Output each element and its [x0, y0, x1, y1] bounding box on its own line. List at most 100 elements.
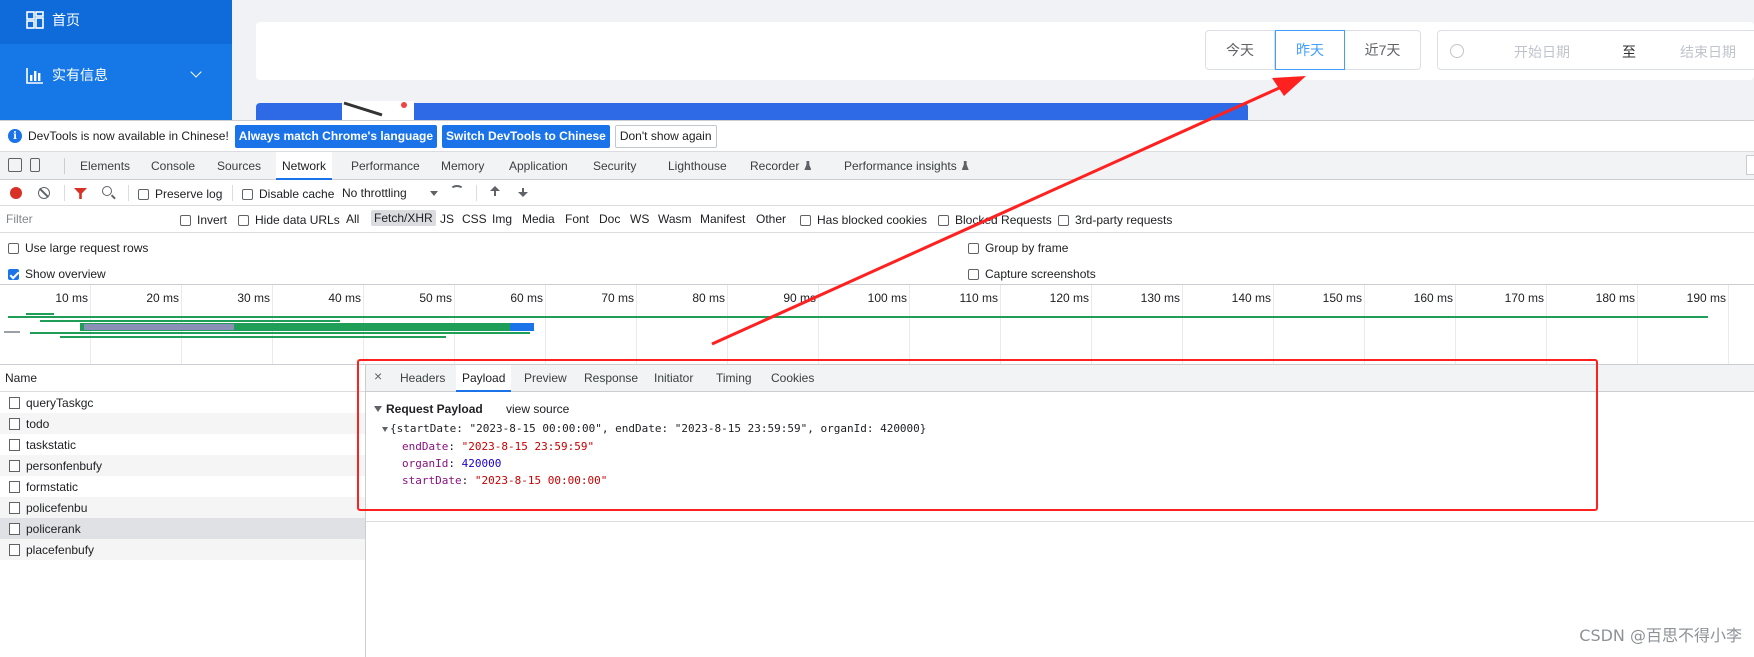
clear-icon[interactable]: [38, 187, 50, 199]
tab-elements[interactable]: Elements: [80, 152, 130, 180]
tab-recorder[interactable]: Recorder: [750, 152, 811, 180]
timeline-tick-label: 40 ms: [301, 291, 361, 305]
waterfall-bar: [60, 336, 446, 338]
today-button[interactable]: 今天: [1205, 30, 1275, 70]
disable-cache-checkbox[interactable]: Disable cache: [242, 187, 334, 201]
tab-memory[interactable]: Memory: [441, 152, 484, 180]
waterfall-bar: [40, 320, 340, 322]
yesterday-button[interactable]: 昨天: [1275, 30, 1345, 70]
tab-preview[interactable]: Preview: [524, 365, 567, 392]
type-filter-fetch-xhr[interactable]: Fetch/XHR: [371, 210, 436, 226]
tab-security[interactable]: Security: [593, 152, 636, 180]
request-row[interactable]: todo: [0, 413, 365, 434]
request-row[interactable]: queryTaskgc: [0, 392, 365, 413]
date-quick-buttons: 今天 昨天 近7天: [1205, 30, 1421, 70]
tab-network[interactable]: Network: [276, 152, 332, 180]
type-filter-all[interactable]: All: [346, 212, 359, 226]
request-row[interactable]: placefenbufy: [0, 539, 365, 560]
tab-recorder-label: Recorder: [750, 159, 799, 173]
type-filter-other[interactable]: Other: [756, 212, 786, 226]
timeline-tick-label: 150 ms: [1302, 291, 1362, 305]
payload-summary[interactable]: {startDate: "2023-8-15 00:00:00", endDat…: [382, 422, 926, 435]
tab-console[interactable]: Console: [151, 152, 195, 180]
request-row[interactable]: policefenbu: [0, 497, 365, 518]
timeline-gridline: [1546, 285, 1547, 365]
request-row[interactable]: personfenbufy: [0, 455, 365, 476]
tab-timing[interactable]: Timing: [716, 365, 752, 392]
name-column-header[interactable]: Name: [0, 365, 365, 392]
type-filter-ws[interactable]: WS: [630, 212, 649, 226]
timeline-tick-label: 170 ms: [1484, 291, 1544, 305]
third-party-requests-checkbox[interactable]: 3rd-party requests: [1058, 213, 1172, 227]
type-filter-css[interactable]: CSS: [462, 212, 487, 226]
tab-sources[interactable]: Sources: [217, 152, 261, 180]
large-rows-checkbox[interactable]: Use large request rows: [8, 241, 148, 255]
switch-to-chinese-button[interactable]: Switch DevTools to Chinese: [442, 125, 610, 148]
type-filter-js[interactable]: JS: [440, 212, 454, 226]
network-conditions-icon[interactable]: [450, 185, 464, 195]
filter-icon[interactable]: [74, 188, 87, 199]
close-icon[interactable]: ×: [374, 368, 382, 384]
sidebar-item-realtime-info[interactable]: 实有信息: [0, 51, 232, 99]
tab-payload[interactable]: Payload: [456, 365, 511, 392]
file-icon: [9, 397, 20, 409]
dont-show-again-button[interactable]: Don't show again: [615, 125, 717, 148]
tab-performance-insights[interactable]: Performance insights: [844, 152, 969, 180]
date-range-picker[interactable]: 开始日期 至 结束日期: [1437, 30, 1754, 70]
start-date-input[interactable]: 开始日期: [1514, 42, 1570, 62]
import-har-icon[interactable]: [490, 186, 500, 198]
last-7-days-button[interactable]: 近7天: [1345, 30, 1421, 70]
type-filter-font[interactable]: Font: [565, 212, 589, 226]
request-payload-heading[interactable]: Request Payload: [374, 402, 483, 416]
expand-triangle-icon: [382, 427, 388, 432]
timeline-tick-label: 160 ms: [1393, 291, 1453, 305]
throttling-select[interactable]: No throttling: [342, 186, 407, 200]
filter-input[interactable]: [0, 209, 168, 229]
always-match-language-button[interactable]: Always match Chrome's language: [235, 125, 437, 148]
capture-screenshots-checkbox[interactable]: Capture screenshots: [968, 267, 1096, 281]
more-tabs-button[interactable]: [1746, 155, 1754, 175]
timeline-tick-label: 80 ms: [665, 291, 725, 305]
home-grid-icon: [26, 11, 44, 29]
hide-data-urls-checkbox[interactable]: Hide data URLs: [238, 213, 340, 227]
tab-response[interactable]: Response: [584, 365, 638, 392]
tab-initiator[interactable]: Initiator: [654, 365, 693, 392]
type-filter-img[interactable]: Img: [492, 212, 512, 226]
type-filter-doc[interactable]: Doc: [599, 212, 620, 226]
device-toolbar-icon[interactable]: [30, 158, 40, 172]
bar-chart-icon: [26, 66, 44, 84]
request-row-selected[interactable]: policerank: [0, 518, 365, 539]
blocked-requests-checkbox[interactable]: Blocked Requests: [938, 213, 1052, 227]
tab-application[interactable]: Application: [509, 152, 568, 180]
watermark: CSDN @百思不得小李: [1579, 622, 1742, 646]
request-row[interactable]: formstatic: [0, 476, 365, 497]
record-icon[interactable]: [10, 187, 22, 199]
export-har-icon[interactable]: [518, 186, 528, 198]
view-source-link[interactable]: view source: [506, 402, 569, 416]
request-row[interactable]: taskstatic: [0, 434, 365, 455]
tab-headers[interactable]: Headers: [400, 365, 445, 392]
inspect-element-icon[interactable]: [8, 158, 22, 172]
invert-checkbox[interactable]: Invert: [180, 213, 227, 227]
type-filter-media[interactable]: Media: [522, 212, 555, 226]
type-filter-wasm[interactable]: Wasm: [658, 212, 692, 226]
tab-performance[interactable]: Performance: [351, 152, 420, 180]
payload-field-startdate: startDate: "2023-8-15 00:00:00": [402, 474, 607, 487]
timeline-tick-label: 180 ms: [1575, 291, 1635, 305]
waterfall-bar: [4, 331, 20, 333]
has-blocked-cookies-checkbox[interactable]: Has blocked cookies: [800, 213, 927, 227]
tab-cookies[interactable]: Cookies: [771, 365, 814, 392]
infobar-message: DevTools is now available in Chinese!: [28, 129, 229, 143]
show-overview-checkbox[interactable]: Show overview: [8, 267, 106, 281]
sidebar-item-home[interactable]: 首页: [0, 0, 232, 44]
type-filter-manifest[interactable]: Manifest: [700, 212, 745, 226]
group-by-frame-checkbox[interactable]: Group by frame: [968, 241, 1068, 255]
search-icon[interactable]: [102, 186, 112, 196]
timeline-tick-label: 140 ms: [1211, 291, 1271, 305]
end-date-input[interactable]: 结束日期: [1680, 42, 1736, 62]
network-overview-timeline[interactable]: 10 ms20 ms30 ms40 ms50 ms60 ms70 ms80 ms…: [0, 285, 1754, 365]
tab-lighthouse[interactable]: Lighthouse: [668, 152, 727, 180]
preserve-log-checkbox[interactable]: Preserve log: [138, 187, 222, 201]
tab-performance-insights-label: Performance insights: [844, 159, 957, 173]
filter-bar: Invert Hide data URLs All Fetch/XHR JS C…: [0, 206, 1754, 233]
